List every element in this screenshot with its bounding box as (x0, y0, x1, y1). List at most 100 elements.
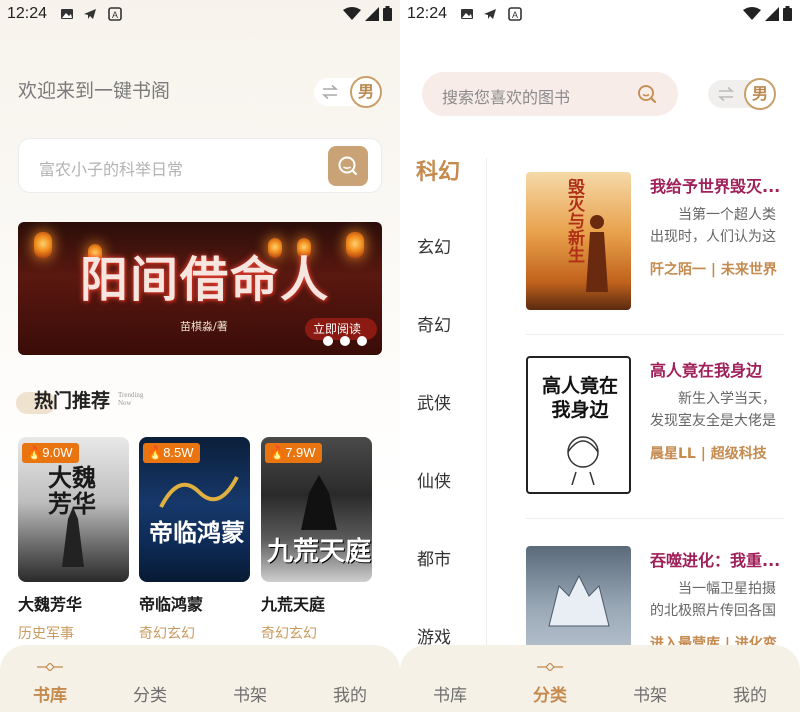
list-divider (526, 334, 784, 335)
carousel-dot[interactable] (323, 336, 333, 346)
book-description: 新生入学当天，发现室友全是大佬是一... (650, 391, 776, 429)
section-subtitle-line: Now (118, 399, 132, 407)
telegram-notification-icon (484, 9, 496, 19)
book-name[interactable]: 帝临鸿蒙 (139, 591, 203, 615)
active-tab-ornament-icon (537, 663, 563, 671)
book-title[interactable]: 我给予世界毁灭... (650, 173, 784, 197)
category-screen: 12:24 A 搜索您喜欢的图书 男 科幻 玄幻 奇幻 武侠 仙侠 都市 游戏 … (400, 0, 800, 712)
list-item[interactable]: 毁灭与新生 我给予世界毁灭... 当第一个超人类出现时，人们认为这是... 阡之… (526, 172, 784, 312)
cover-title: 大魏芳华 (48, 463, 96, 518)
fire-icon: 🔥 (147, 445, 164, 460)
gender-label: 男 (744, 78, 776, 110)
cover-dragon-art (159, 476, 239, 508)
banner-author: 苗棋淼/著 (180, 320, 228, 333)
nav-tab-category[interactable]: 分类 (520, 681, 580, 706)
book-meta: 晨星LL | 超级科技 (650, 446, 767, 462)
book-title[interactable]: 高人竟在我身边 (650, 357, 784, 381)
status-time: 12:24 (407, 5, 448, 22)
app-notification-icon: A (108, 7, 122, 21)
promo-banner[interactable]: 阳间借命人 苗棋淼/著 立即阅读 (18, 222, 382, 355)
book-cover[interactable]: 大魏芳华 🔥9.0W (18, 437, 129, 582)
cover-title: 高人竟在我身边 (541, 375, 618, 421)
book-card[interactable]: 九荒天庭 🔥7.9W 九荒天庭 奇幻玄幻 (261, 437, 372, 642)
search-input[interactable]: 富农小子的科举日常 (18, 138, 382, 193)
carousel-dot[interactable] (357, 336, 367, 346)
bottom-nav: 书库 分类 书架 我的 (0, 645, 400, 712)
system-status-icons (743, 6, 792, 21)
heat-value: 7.9W (285, 445, 316, 460)
category-item-xianxia[interactable]: 仙侠 (417, 467, 451, 492)
book-author: 阡之陌一 (650, 262, 706, 278)
swap-icon (321, 84, 339, 100)
gender-switch[interactable]: 男 (314, 76, 382, 108)
search-icon[interactable] (636, 83, 658, 105)
category-item-wuxia[interactable]: 武侠 (417, 389, 451, 414)
cover-figure-art (586, 215, 608, 292)
category-item-urban[interactable]: 都市 (417, 545, 451, 570)
search-icon (338, 156, 358, 176)
book-description: 当一幅卫星拍摄的北极照片传回各国时... (650, 581, 776, 619)
status-bar: 12:24 A (0, 0, 400, 30)
status-time: 12:24 (7, 5, 48, 22)
gender-label: 男 (350, 76, 382, 108)
book-tag: 历史军事 (18, 626, 74, 642)
book-meta: 阡之陌一 | 未来世界 (650, 262, 777, 278)
search-button[interactable] (328, 146, 368, 186)
book-name[interactable]: 九荒天庭 (261, 591, 325, 615)
category-item-fantasy[interactable]: 奇幻 (417, 311, 451, 336)
signal-icon (765, 6, 779, 21)
carousel-dot[interactable] (340, 336, 350, 346)
book-cover[interactable]: 帝临鸿蒙 🔥8.5W (139, 437, 250, 582)
telegram-notification-icon (84, 9, 96, 19)
book-name[interactable]: 大魏芳华 (18, 591, 82, 615)
svg-text:A: A (112, 10, 118, 20)
nav-tab-mine[interactable]: 我的 (720, 681, 780, 706)
bookstore-screen: 12:24 A 欢迎来到一键书阁 男 富农小子的科举日常 阳间借命人 苗棋淼/著… (0, 0, 400, 712)
search-placeholder: 搜索您喜欢的图书 (442, 88, 571, 107)
book-genre: 未来世界 (720, 262, 777, 278)
book-card[interactable]: 大魏芳华 🔥9.0W 大魏芳华 历史军事 (18, 437, 129, 642)
cover-title: 毁灭与新生 (564, 178, 584, 263)
lantern-decoration (346, 232, 364, 258)
book-genre: 超级科技 (710, 446, 767, 462)
nav-tab-library[interactable]: 书库 (420, 681, 480, 706)
section-subtitle-line: Trending (118, 391, 144, 399)
category-item-xuanhuan[interactable]: 玄幻 (417, 233, 451, 258)
book-card[interactable]: 帝临鸿蒙 🔥8.5W 帝临鸿蒙 奇幻玄幻 (139, 437, 250, 642)
welcome-text: 欢迎来到一键书阁 (18, 80, 171, 102)
svg-text:A: A (512, 10, 518, 20)
image-notification-icon (461, 9, 473, 19)
cover-warrior-art (301, 475, 337, 530)
book-tag: 奇幻玄幻 (261, 626, 317, 642)
gender-switch[interactable]: 男 (708, 78, 776, 110)
list-item[interactable]: 高人竟在我身边 高人竟在我身边 新生入学当天，发现室友全是大佬是一... 晨星L… (526, 356, 784, 496)
book-title[interactable]: 吞噬进化：我重... (650, 547, 784, 571)
book-cover[interactable]: 毁灭与新生 (526, 172, 631, 310)
nav-tab-library[interactable]: 书库 (20, 681, 80, 706)
image-notification-icon (61, 9, 73, 19)
nav-tab-category[interactable]: 分类 (120, 681, 180, 706)
carousel-dots (323, 336, 367, 346)
heat-badge: 🔥8.5W (143, 443, 200, 463)
wifi-icon (343, 6, 361, 20)
battery-icon (783, 6, 792, 21)
heat-value: 9.0W (42, 445, 73, 460)
lantern-decoration (34, 232, 52, 258)
swap-icon (717, 86, 735, 102)
fire-icon: 🔥 (269, 445, 286, 460)
bottom-nav: 书库 分类 书架 我的 (400, 645, 800, 712)
search-placeholder: 富农小子的科举日常 (39, 160, 184, 179)
wifi-icon (743, 6, 761, 20)
book-cover[interactable]: 高人竟在我身边 (526, 356, 631, 494)
book-cover[interactable]: 九荒天庭 🔥7.9W (261, 437, 372, 582)
nav-tab-bookshelf[interactable]: 书架 (220, 681, 280, 706)
book-author: 晨星LL (650, 446, 696, 462)
heat-badge: 🔥9.0W (22, 443, 79, 463)
status-bar: 12:24 A (400, 0, 800, 30)
search-input[interactable]: 搜索您喜欢的图书 (422, 72, 678, 116)
nav-tab-mine[interactable]: 我的 (320, 681, 380, 706)
book-tag: 奇幻玄幻 (139, 626, 195, 642)
nav-tab-bookshelf[interactable]: 书架 (620, 681, 680, 706)
category-item-scifi[interactable]: 科幻 (416, 154, 460, 186)
list-item[interactable]: 吞噬进化：我重... 当一幅卫星拍摄的北极照片传回各国时... 进入最营库 | … (526, 546, 784, 684)
